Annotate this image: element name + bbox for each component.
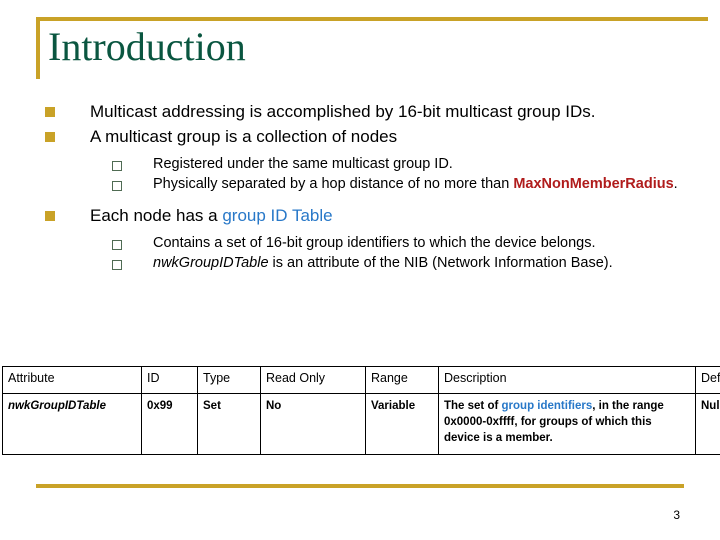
cell-type: Set — [197, 393, 261, 455]
table-header-range: Range — [365, 366, 439, 394]
sub-bullet-2-1: Registered under the same multicast grou… — [0, 155, 720, 174]
sub-bullet-2-2-lead: Physically separated by a hop distance o… — [153, 176, 514, 192]
sub-bullet-2-2: Physically separated by a hop distance o… — [0, 175, 720, 194]
table-header-row: Attribute ID Type Read Only Range Descri… — [2, 366, 720, 394]
table-header-description: Description — [438, 366, 696, 394]
table-header-type: Type — [197, 366, 261, 394]
nwk-group-id-table-term: nwkGroupIDTable — [153, 255, 269, 271]
cell-id: 0x99 — [141, 393, 198, 455]
hollow-square-bullet-icon — [112, 240, 122, 250]
page-number: 3 — [673, 508, 680, 522]
slide-body: Multicast addressing is accomplished by … — [0, 100, 720, 274]
bullet-item-3-lead: Each node has a — [90, 206, 223, 225]
square-bullet-icon — [45, 107, 55, 117]
table-header-attribute: Attribute — [2, 366, 142, 394]
table-header-default: Default — [695, 366, 720, 394]
hollow-square-bullet-icon — [112, 260, 122, 270]
hollow-square-bullet-icon — [112, 161, 122, 171]
title-rule-horizontal — [36, 17, 708, 21]
bullet-item-2: A multicast group is a collection of nod… — [0, 125, 720, 148]
sub-bullet-3-2-text: nwkGroupIDTable is an attribute of the N… — [153, 254, 720, 273]
max-non-member-radius-term: MaxNonMemberRadius — [513, 176, 674, 192]
sub-bullet-3-1-text: Contains a set of 16-bit group identifie… — [153, 235, 596, 251]
bullet-item-3-text: Each node has a group ID Table — [90, 204, 720, 227]
table-row: nwkGroupIDTable 0x99 Set No Variable The… — [2, 393, 720, 455]
cell-attribute-value: nwkGroupIDTable — [8, 400, 106, 412]
cell-read-only: No — [260, 393, 366, 455]
cell-description: The set of group identifiers, in the ran… — [438, 393, 696, 455]
cell-attribute: nwkGroupIDTable — [2, 393, 142, 455]
sub-bullet-2-1-text: Registered under the same multicast grou… — [153, 156, 453, 172]
sub-bullet-2-2-tail: . — [673, 176, 678, 192]
page-title: Introduction — [48, 24, 246, 69]
bullet-item-1: Multicast addressing is accomplished by … — [0, 100, 720, 123]
bullet-item-1-text: Multicast addressing is accomplished by … — [90, 102, 596, 121]
sub-bullet-3-1: Contains a set of 16-bit group identifie… — [0, 234, 720, 253]
group-identifiers-term: group identifiers — [501, 400, 593, 412]
bullet-item-2-text: A multicast group is a collection of nod… — [90, 127, 398, 146]
table-header-id: ID — [141, 366, 198, 394]
cell-default: Null Set — [695, 393, 720, 455]
sub-bullet-3-2: nwkGroupIDTable is an attribute of the N… — [0, 254, 720, 273]
footer-rule — [36, 484, 684, 488]
table-header-read-only: Read Only — [260, 366, 366, 394]
title-rule-vertical — [36, 17, 40, 79]
group-id-table-term: group ID Table — [222, 206, 333, 225]
square-bullet-icon — [45, 211, 55, 221]
square-bullet-icon — [45, 132, 55, 142]
bullet-item-3: Each node has a group ID Table — [0, 204, 720, 227]
cell-description-lead: The set of — [444, 400, 502, 412]
sub-bullet-2-2-text: Physically separated by a hop distance o… — [153, 175, 720, 194]
sub-bullet-3-2-tail: is an attribute of the NIB (Network Info… — [268, 255, 613, 271]
attribute-table: Attribute ID Type Read Only Range Descri… — [2, 366, 720, 455]
cell-range: Variable — [365, 393, 439, 455]
hollow-square-bullet-icon — [112, 181, 122, 191]
